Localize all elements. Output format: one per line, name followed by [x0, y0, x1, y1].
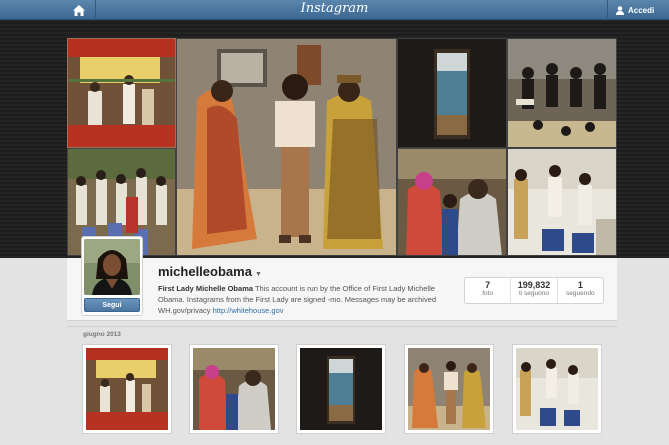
- banner-photo-dancers[interactable]: [507, 38, 617, 148]
- banner-photo-featured-women[interactable]: [176, 38, 397, 256]
- stat-following[interactable]: 1 seguendo: [558, 278, 603, 303]
- stat-following-value: 1: [577, 280, 583, 290]
- profile-banner: [0, 20, 669, 258]
- photo-classroom[interactable]: [512, 344, 602, 434]
- photo-door[interactable]: [296, 344, 386, 434]
- profile-stats: 7 foto 199,832 ti seguono 1 seguendo: [464, 277, 604, 304]
- banner-photo-door-ocean[interactable]: [397, 38, 507, 148]
- banner-photo-classroom[interactable]: [507, 148, 617, 256]
- photo-crowd[interactable]: [189, 344, 279, 434]
- bio-website-link[interactable]: http://whitehouse.gov: [213, 306, 284, 315]
- profile-card: Segui: [81, 236, 143, 316]
- stat-photos-label: foto: [482, 290, 494, 297]
- login-button[interactable]: Accedi: [607, 0, 669, 20]
- stat-photos[interactable]: 7 foto: [465, 278, 512, 303]
- stat-followers-value: 199,832: [517, 280, 551, 290]
- avatar[interactable]: [84, 239, 140, 295]
- user-icon: [616, 5, 624, 15]
- banner-photo-crowd[interactable]: [397, 148, 507, 256]
- profile-username[interactable]: michelleobama ▼: [158, 264, 262, 279]
- bio-name: First Lady Michelle Obama: [158, 284, 254, 293]
- stat-followers-label: ti seguono: [518, 290, 549, 297]
- banner-photo-bienvenue-event[interactable]: [67, 38, 176, 148]
- photo-women[interactable]: [404, 344, 494, 434]
- feed-divider: [67, 326, 617, 327]
- stat-photos-value: 7: [485, 280, 491, 290]
- top-navigation-bar: Instagram Accedi: [0, 0, 669, 20]
- follow-button[interactable]: Segui: [84, 298, 140, 312]
- photo-bienvenue[interactable]: [82, 344, 172, 434]
- username-text: michelleobama: [158, 264, 252, 279]
- stat-followers[interactable]: 199,832 ti seguono: [511, 278, 558, 303]
- login-label: Accedi: [628, 5, 655, 15]
- chevron-down-icon[interactable]: ▼: [255, 271, 262, 278]
- instagram-logo[interactable]: Instagram: [0, 1, 669, 16]
- profile-bio: First Lady Michelle Obama This account i…: [158, 283, 460, 316]
- feed-date-label: giugno 2013: [83, 331, 121, 338]
- stat-following-label: seguendo: [566, 290, 595, 297]
